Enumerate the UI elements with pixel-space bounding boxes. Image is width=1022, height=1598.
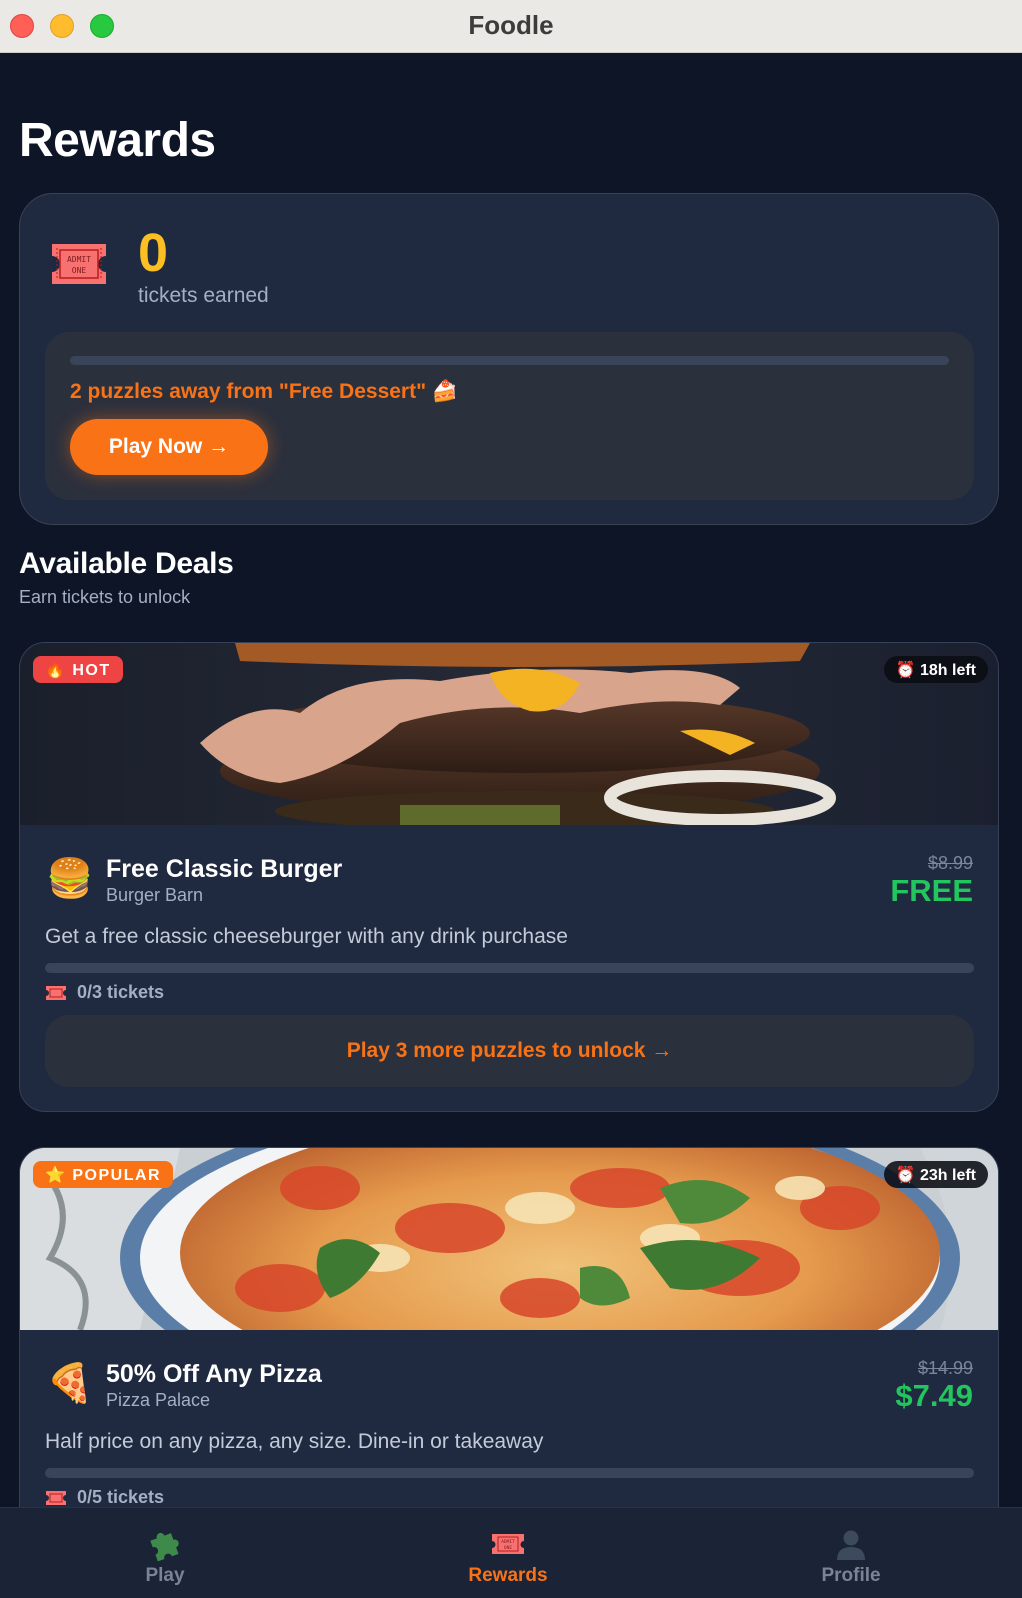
ticket-icon [46, 985, 66, 1000]
next-reward-progress-bar [70, 356, 949, 365]
page-title: Rewards [19, 114, 216, 167]
deal-progress-bar [45, 1468, 974, 1478]
burger-icon: 🍔 [46, 858, 94, 900]
deal-description: Get a free classic cheeseburger with any… [45, 925, 568, 948]
ticket-icon [46, 1490, 66, 1505]
bottom-tab-bar: Play ADMIT ONE Rewards Profile [0, 1507, 1022, 1598]
tab-rewards[interactable]: ADMIT ONE Rewards [408, 1508, 608, 1598]
pizza-photo: ⭐ POPULAR ⏰ 23h left [20, 1148, 998, 1330]
svg-text:ADMIT: ADMIT [67, 255, 91, 264]
window-title: Foodle [468, 10, 554, 40]
title-bar: Foodle [0, 0, 1022, 53]
deal-original-price: $14.99 [917, 1358, 973, 1378]
deal-card[interactable]: 🔥 HOT ⏰ 18h left 🍔 Free Classic Burger B… [19, 642, 999, 1112]
admit-one-ticket-icon: ADMIT ONE [52, 244, 106, 284]
deal-original-price: $8.99 [927, 853, 973, 873]
deal-card[interactable]: ⭐ POPULAR ⏰ 23h left 🍕 50% Off Any Pizza… [19, 1147, 999, 1507]
next-reward-message: 2 puzzles away from "Free Dessert" 🍰 [70, 380, 459, 403]
time-left-badge: ⏰ 23h left [883, 1161, 988, 1188]
puzzle-icon [150, 1532, 179, 1562]
deal-ticket-count: 0/3 tickets [77, 982, 165, 1002]
tab-play[interactable]: Play [65, 1508, 265, 1598]
popular-badge: ⭐ POPULAR [33, 1161, 174, 1188]
person-icon [837, 1530, 865, 1560]
deal-price: FREE [890, 873, 973, 908]
deal-ticket-count: 0/5 tickets [77, 1487, 165, 1507]
play-now-button[interactable]: Play Now → [70, 419, 268, 475]
deal-ticket-progress: 0/5 tickets [45, 1487, 164, 1507]
svg-text:ONE: ONE [72, 266, 87, 275]
deal-title: 50% Off Any Pizza [106, 1360, 322, 1388]
app-window: Foodle Rewards ADMIT ONE 0 tickets earne… [0, 0, 1022, 1598]
tickets-summary-card: ADMIT ONE 0 tickets earned 2 puzzles awa… [19, 193, 999, 525]
deal-title: Free Classic Burger [106, 855, 343, 883]
rewards-screen[interactable]: Rewards ADMIT ONE 0 tickets earned 2 puz… [0, 53, 1022, 1507]
ticket-count-label: tickets earned [138, 284, 269, 307]
deal-restaurant: Burger Barn [106, 885, 204, 905]
tab-profile[interactable]: Profile [751, 1508, 951, 1598]
time-left-badge: ⏰ 18h left [883, 656, 988, 683]
tab-label: Rewards [468, 1565, 548, 1586]
deal-ticket-progress: 0/3 tickets [45, 982, 164, 1003]
svg-text:ONE: ONE [504, 1545, 512, 1551]
deal-description: Half price on any pizza, any size. Dine-… [45, 1430, 544, 1453]
next-reward-panel: 2 puzzles away from "Free Dessert" 🍰 Pla… [45, 332, 974, 500]
tab-label: Profile [821, 1565, 881, 1586]
ticket-icon: ADMIT ONE [492, 1534, 524, 1554]
pizza-icon: 🍕 [46, 1363, 94, 1405]
deal-restaurant: Pizza Palace [106, 1390, 211, 1410]
section-title: Available Deals [19, 547, 234, 580]
svg-text:ADMIT: ADMIT [501, 1539, 515, 1545]
deal-price: $7.49 [895, 1378, 973, 1413]
ticket-count: 0 [138, 223, 169, 283]
tab-label: Play [145, 1565, 185, 1586]
burger-photo: 🔥 HOT ⏰ 18h left [20, 643, 998, 825]
unlock-deal-button[interactable]: Play 3 more puzzles to unlock → [45, 1015, 974, 1087]
section-subtitle: Earn tickets to unlock [19, 587, 191, 607]
hot-badge: 🔥 HOT [33, 656, 123, 683]
deal-progress-bar [45, 963, 974, 973]
